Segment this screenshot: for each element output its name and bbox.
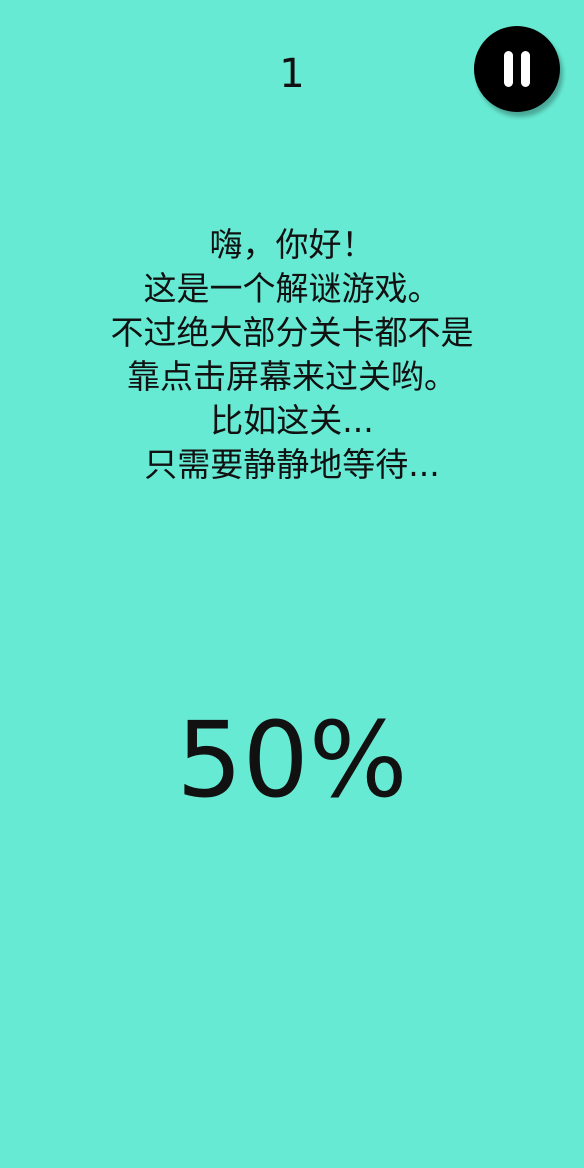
message-line: 靠点击屏幕来过关哟。 — [127, 357, 457, 396]
message-line: 只需要静静地等待... — [144, 445, 440, 484]
pause-button[interactable] — [474, 26, 560, 112]
pause-icon-right-bar — [521, 51, 530, 87]
level-number: 1 — [279, 51, 305, 97]
game-screen[interactable]: 1 嗨，你好！ 这是一个解谜游戏。 不过绝大部分关卡都不是 靠点击屏幕来过关哟。… — [0, 0, 584, 1168]
pause-icon-left-bar — [504, 51, 513, 87]
message-line: 比如这关... — [210, 401, 374, 440]
message-line: 这是一个解谜游戏。 — [143, 269, 441, 308]
message-line: 不过绝大部分关卡都不是 — [110, 313, 474, 352]
message-line: 嗨，你好！ — [209, 225, 375, 264]
intro-message: 嗨，你好！ 这是一个解谜游戏。 不过绝大部分关卡都不是 靠点击屏幕来过关哟。 比… — [40, 223, 544, 487]
pause-icon — [474, 26, 560, 112]
progress-percentage: 50% — [176, 699, 408, 821]
